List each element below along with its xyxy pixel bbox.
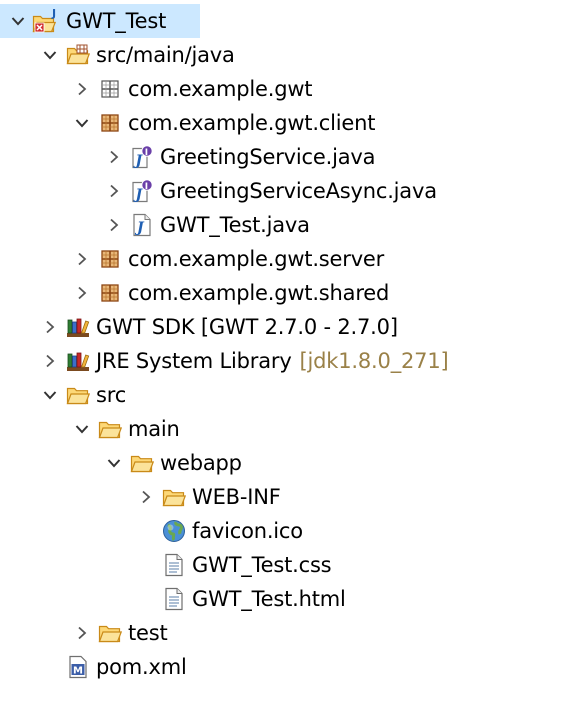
tree-item-main[interactable]: main (0, 412, 570, 446)
tree-item-decoration: [jdk1.8.0_271] (299, 349, 449, 373)
chevron-down-icon[interactable] (10, 13, 26, 29)
chevron-right-icon[interactable] (106, 149, 122, 165)
tree-item-label: GreetingService.java (160, 145, 376, 169)
package-icon (98, 247, 122, 271)
tree-item-label: test (128, 621, 168, 645)
chevron-right-icon[interactable] (74, 625, 90, 641)
tree-item-label: src/main/java (96, 43, 235, 67)
tree-item-label: com.example.gwt.server (128, 247, 385, 271)
folder-open-icon (162, 485, 186, 509)
tree-item-label: src (96, 383, 127, 407)
tree-item-label: WEB-INF (192, 485, 281, 509)
tree-item-label: GreetingServiceAsync.java (160, 179, 437, 203)
tree-item-com-example-gwt-server[interactable]: com.example.gwt.server (0, 242, 570, 276)
chevron-right-icon[interactable] (138, 489, 154, 505)
tree-item-label: pom.xml (96, 655, 187, 679)
tree-item-gwt-test-html[interactable]: GWT_Test.html (0, 582, 570, 616)
package-icon (98, 111, 122, 135)
folder-open-icon (66, 383, 90, 407)
tree-item-com-example-gwt-shared[interactable]: com.example.gwt.shared (0, 276, 570, 310)
tree-item-favicon-ico[interactable]: favicon.ico (0, 514, 570, 548)
chevron-right-icon[interactable] (106, 183, 122, 199)
tree-item-label: com.example.gwt.shared (128, 281, 390, 305)
tree-item-greetingservice-java[interactable]: J I GreetingService.java (0, 140, 570, 174)
tree-item-gwt-test-java[interactable]: J GWT_Test.java (0, 208, 570, 242)
maven-pom-icon: M (66, 655, 90, 679)
tree-item-gwt-test-css[interactable]: GWT_Test.css (0, 548, 570, 582)
tree-item-label: GWT_Test.html (192, 587, 346, 611)
tree-item-label: main (128, 417, 180, 441)
tree-item-pom-xml[interactable]: Mpom.xml (0, 650, 570, 684)
tree-item-gwt-sdk-gwt-2-7-0-2-7-0[interactable]: GWT SDK [GWT 2.7.0 - 2.7.0] (0, 310, 570, 344)
globe-icon (162, 519, 186, 543)
tree-item-gwt-test[interactable]: J GWT_Test (0, 4, 200, 38)
library-icon (66, 349, 90, 373)
tree-item-com-example-gwt[interactable]: com.example.gwt (0, 72, 570, 106)
tree-item-jre-system-library[interactable]: JRE System Library [jdk1.8.0_271] (0, 344, 570, 378)
tree-item-label: com.example.gwt (128, 77, 313, 101)
chevron-right-icon[interactable] (74, 251, 90, 267)
svg-text:I: I (145, 182, 148, 192)
text-file-icon (162, 587, 186, 611)
tree-item-label: webapp (160, 451, 242, 475)
tree-item-label: GWT_Test.css (192, 553, 332, 577)
java-interface-icon: J I (130, 145, 154, 169)
svg-text:J: J (51, 8, 56, 20)
svg-text:I: I (145, 148, 148, 158)
folder-open-icon (98, 621, 122, 645)
tree-item-label: favicon.ico (192, 519, 303, 543)
tree-item-webapp[interactable]: webapp (0, 446, 570, 480)
chevron-down-icon[interactable] (74, 115, 90, 131)
tree-item-label: com.example.gwt.client (128, 111, 376, 135)
java-interface-icon: J I (130, 179, 154, 203)
chevron-right-icon[interactable] (106, 217, 122, 233)
package-icon (98, 281, 122, 305)
chevron-right-icon[interactable] (74, 81, 90, 97)
chevron-down-icon[interactable] (74, 421, 90, 437)
tree-item-greetingserviceasync-java[interactable]: J I GreetingServiceAsync.java (0, 174, 570, 208)
tree-item-label: GWT SDK [GWT 2.7.0 - 2.7.0] (96, 315, 398, 339)
text-file-icon (162, 553, 186, 577)
chevron-down-icon[interactable] (106, 455, 122, 471)
chevron-right-icon[interactable] (42, 353, 58, 369)
library-icon (66, 315, 90, 339)
tree-item-com-example-gwt-client[interactable]: com.example.gwt.client (0, 106, 570, 140)
empty-package-icon (98, 77, 122, 101)
chevron-down-icon[interactable] (42, 47, 58, 63)
tree-item-src[interactable]: src (0, 378, 570, 412)
project-explorer-tree: J GWT_Test src/main/java com.example.gwt … (0, 0, 570, 704)
source-folder-icon (66, 43, 90, 67)
tree-item-label: GWT_Test.java (160, 213, 310, 237)
folder-open-icon (130, 451, 154, 475)
tree-item-label: GWT_Test (66, 9, 167, 33)
java-file-icon: J (130, 213, 154, 237)
chevron-down-icon[interactable] (42, 387, 58, 403)
chevron-right-icon[interactable] (74, 285, 90, 301)
folder-open-icon (98, 417, 122, 441)
tree-item-src-main-java[interactable]: src/main/java (0, 38, 570, 72)
gwt-project-icon: J (32, 8, 62, 33)
tree-item-label: JRE System Library (96, 349, 292, 373)
tree-item-web-inf[interactable]: WEB-INF (0, 480, 570, 514)
chevron-right-icon[interactable] (42, 319, 58, 335)
tree-item-test[interactable]: test (0, 616, 570, 650)
svg-text:M: M (73, 666, 83, 677)
